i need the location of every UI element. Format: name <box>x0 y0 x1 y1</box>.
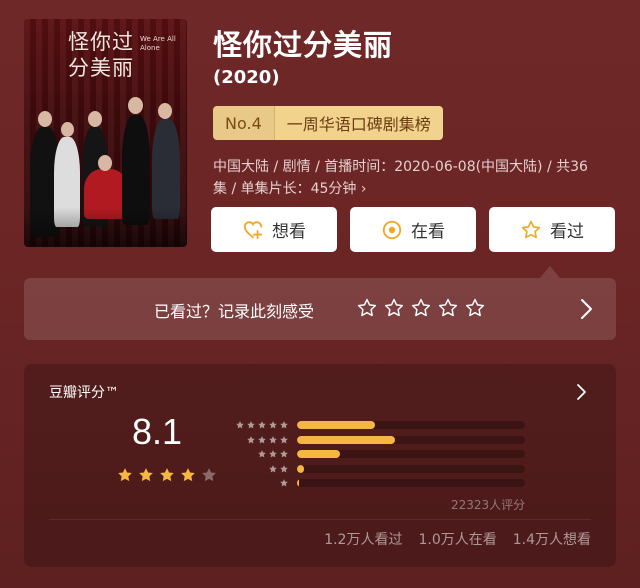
page-title: 怪你过分美丽 <box>213 28 394 62</box>
watched-label: 看过 <box>550 222 584 242</box>
distribution-bar-fill <box>297 450 341 458</box>
star-outline-icon[interactable] <box>356 297 378 319</box>
star-small-icon <box>280 464 288 472</box>
distribution-stars <box>231 435 289 445</box>
star-outline-icon[interactable] <box>383 297 405 319</box>
distribution-row <box>231 419 525 431</box>
distribution-bar-fill <box>297 421 375 429</box>
popover-pointer <box>540 266 560 278</box>
star-small-icon <box>247 435 255 443</box>
watched-count[interactable]: 1.2万人看过 <box>324 529 402 549</box>
meta-info-line-1: 中国大陆 / 剧情 / 首播时间：2020-06-08(中国大陆) / 共36 <box>213 159 588 175</box>
star-outline-icon[interactable] <box>437 297 459 319</box>
star-small-icon <box>280 450 288 458</box>
star-small-icon <box>247 421 255 429</box>
star-small-icon <box>258 435 266 443</box>
distribution-bar-track <box>297 479 525 487</box>
star-small-icon <box>269 421 277 429</box>
rate-prompt-bar[interactable]: 已看过？记录此刻感受 <box>24 278 616 340</box>
star-small-icon <box>280 421 288 429</box>
star-outline-icon[interactable] <box>464 297 486 319</box>
rate-prompt-text: 已看过？记录此刻感受 <box>154 302 315 321</box>
watching-label: 在看 <box>411 222 445 242</box>
star-small-icon <box>236 421 244 429</box>
meta-info[interactable]: 中国大陆 / 剧情 / 首播时间：2020-06-08(中国大陆) / 共36 … <box>213 156 613 200</box>
star-filled-icon <box>181 468 195 482</box>
star-filled-icon <box>139 468 153 482</box>
distribution-bar-track <box>297 421 525 429</box>
distribution-row <box>231 448 525 460</box>
want-count[interactable]: 1.4万人想看 <box>513 529 591 549</box>
chevron-right-icon[interactable] <box>577 297 595 321</box>
star-small-icon <box>269 435 277 443</box>
divider <box>49 519 591 520</box>
audience-stats: 1.2万人看过 1.0万人在看 1.4万人想看 <box>324 529 591 549</box>
score-value: 8.1 <box>132 411 183 452</box>
distribution-row <box>231 434 525 446</box>
release-year: (2020) <box>213 67 280 88</box>
distribution-row <box>231 477 525 489</box>
douban-score-card[interactable]: 豆瓣评分™ 8.1 22323人评分 1.2万人看过 1.0万人在看 1.4万人… <box>24 364 616 567</box>
want-to-watch-button[interactable]: 想看 <box>211 207 337 252</box>
poster-image[interactable]: 怪你过分美丽 We Are All Alone <box>24 19 187 247</box>
heart-plus-icon <box>243 220 263 239</box>
poster-figure <box>152 119 180 219</box>
distribution-bar-track <box>297 450 525 458</box>
watched-button[interactable]: 看过 <box>489 207 615 252</box>
poster-figure-head <box>158 103 172 119</box>
ranking-badge[interactable]: No.4 一周华语口碑剧集榜 <box>213 106 443 140</box>
star-outline-icon <box>521 220 541 238</box>
poster-title: 怪你过分美丽 <box>68 30 134 80</box>
distribution-bar-fill <box>297 435 396 444</box>
meta-info-line-2: 集 / 单集片长：45分钟 › <box>213 181 367 197</box>
star-outline-icon[interactable] <box>410 297 432 319</box>
distribution-bar-fill <box>297 479 300 487</box>
distribution-bar-fill <box>297 464 304 473</box>
poster-figure-head <box>88 111 102 127</box>
poster-subtitle: We Are All Alone <box>140 35 176 52</box>
distribution-stars <box>231 464 289 474</box>
star-small-icon <box>258 450 266 458</box>
distribution-stars <box>231 478 289 488</box>
score-source-label: 豆瓣评分™ <box>49 385 119 401</box>
want-to-watch-label: 想看 <box>272 222 306 242</box>
poster-floor <box>24 207 187 247</box>
ranking-number: No.4 <box>213 106 274 140</box>
watching-button[interactable]: 在看 <box>350 207 476 252</box>
rating-count: 22323人评分 <box>451 498 526 512</box>
distribution-bar-track <box>297 435 525 444</box>
distribution-stars <box>231 449 289 459</box>
star-small-icon <box>280 479 288 487</box>
distribution-row <box>231 463 525 475</box>
distribution-stars <box>231 420 289 430</box>
star-small-icon <box>280 435 288 443</box>
star-small-icon <box>258 421 266 429</box>
poster-figure-head <box>128 97 143 114</box>
star-filled-icon <box>118 468 132 482</box>
ranking-list-name: 一周华语口碑剧集榜 <box>273 106 443 140</box>
poster-figure-head <box>38 111 52 127</box>
star-small-icon <box>269 450 277 458</box>
rate-star-input[interactable] <box>356 297 486 319</box>
target-icon <box>382 220 402 239</box>
score-stars <box>116 466 218 484</box>
star-filled-icon <box>160 468 174 482</box>
watching-count[interactable]: 1.0万人在看 <box>418 529 496 549</box>
star-empty-icon <box>202 468 216 482</box>
distribution-bar-track <box>297 464 525 473</box>
chevron-right-icon[interactable] <box>575 382 589 402</box>
poster-figure-head <box>61 122 74 137</box>
star-small-icon <box>269 464 277 472</box>
poster-figure-head <box>98 155 112 171</box>
